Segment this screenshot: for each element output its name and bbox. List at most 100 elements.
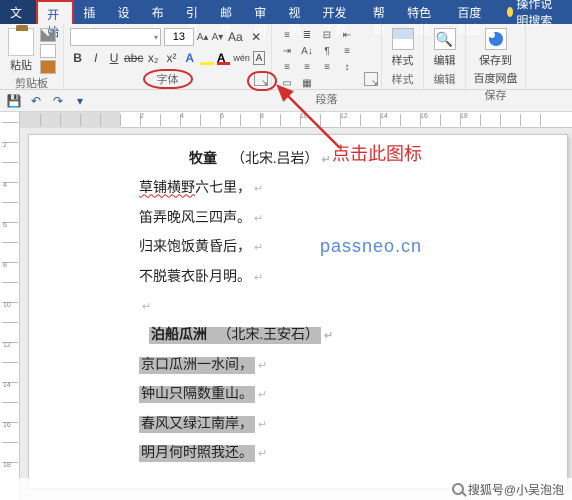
tab-8[interactable]: 开发工具	[314, 0, 364, 24]
tab-11[interactable]: 百度网盘	[448, 0, 498, 24]
save-baidu-button[interactable]: 保存到 百度网盘	[472, 28, 519, 86]
line-spacing-button[interactable]: ↕	[338, 60, 356, 74]
poem1-title: 牧童 （北宋.吕岩）↵	[189, 145, 567, 174]
poem2-line-4: 明月何时照我还。↵	[139, 439, 267, 468]
paragraph-dialog-launcher[interactable]	[364, 72, 378, 86]
subscript-button[interactable]: x₂	[146, 49, 161, 67]
clipboard-icon	[8, 28, 34, 56]
lightbulb-icon	[507, 7, 514, 17]
font-dialog-launcher[interactable]	[254, 72, 268, 86]
styles-label: 样式	[392, 52, 414, 68]
font-family-select[interactable]: ▾	[70, 28, 161, 46]
edit-group-label: 编辑	[430, 70, 459, 87]
poem2-title: 泊船瓜洲 （北宋.王安石）↵	[149, 321, 333, 350]
tab-9[interactable]: 帮助	[364, 0, 398, 24]
numbering-button[interactable]: ≣	[298, 28, 316, 42]
phonetic-button[interactable]: wén	[233, 49, 250, 67]
shading-button[interactable]: ▭	[278, 76, 296, 90]
qat-undo-button[interactable]: ↶	[28, 93, 44, 109]
horizontal-ruler[interactable]: 24681012141618	[20, 112, 572, 128]
poem2-line-3: 春风又绿江南岸，↵	[139, 410, 267, 439]
group-paragraph: ≡ ≣ ⊟ ⇤ ⇥ A↓ ¶ ≡ ≡ ≡ ≡ ↕ ▭ ▦ 段落	[272, 24, 382, 89]
bullets-button[interactable]: ≡	[278, 28, 296, 42]
highlight-button[interactable]	[200, 51, 214, 65]
edit-button[interactable]: 🔍 编辑	[430, 28, 459, 68]
show-marks-button[interactable]: ¶	[318, 44, 336, 58]
poem1-line-1: 草铺横野六七里，↵	[139, 174, 567, 203]
text-effects-button[interactable]: A	[182, 49, 197, 67]
superscript-button[interactable]: x²	[164, 49, 179, 67]
clipboard-group-label: 剪贴板	[6, 74, 57, 91]
sort-button[interactable]: A↓	[298, 44, 316, 58]
borders-button[interactable]: ▦	[298, 76, 316, 90]
font-group-label: 字体	[157, 71, 179, 87]
save-line2: 百度网盘	[474, 70, 518, 86]
grow-font-button[interactable]: A▴	[197, 30, 209, 44]
save-line1: 保存到	[479, 52, 512, 68]
styles-group-label: 样式	[388, 70, 417, 87]
edit-label: 编辑	[434, 52, 456, 68]
footer-credit: 搜狐号@小吴泡泡	[468, 481, 564, 498]
decrease-indent-button[interactable]: ⇤	[338, 28, 356, 42]
poem1-line-3: 归来饱饭黄昏后，↵	[139, 233, 567, 262]
qat-save-button[interactable]: 💾	[6, 93, 22, 109]
group-edit: 🔍 编辑 编辑	[424, 24, 466, 89]
baidu-disk-icon	[485, 28, 507, 50]
font-color-button[interactable]: A	[217, 51, 231, 65]
search-icon	[452, 483, 464, 495]
paste-label: 粘贴	[10, 57, 32, 73]
tab-3[interactable]: 布局	[143, 0, 177, 24]
clear-format-button[interactable]: ✕	[247, 28, 265, 46]
increase-indent-button[interactable]: ⇥	[278, 44, 296, 58]
find-icon: 🔍	[434, 28, 456, 50]
qat-redo-button[interactable]: ↷	[50, 93, 66, 109]
copy-button[interactable]	[40, 44, 56, 58]
poem2-line-2: 钟山只隔数重山。↵	[139, 380, 267, 409]
paste-button[interactable]: 粘贴	[6, 28, 36, 73]
tell-me-search[interactable]: 操作说明搜索	[499, 0, 572, 24]
tab-7[interactable]: 视图	[279, 0, 313, 24]
document-page[interactable]: 牧童 （北宋.吕岩）↵ 草铺横野六七里，↵ 笛弄晚风三四声。↵ 归来饱饭黄昏后，…	[28, 134, 568, 489]
group-clipboard: 粘贴 剪贴板	[0, 24, 64, 89]
save-group-label: 保存	[472, 86, 519, 103]
char-border-button[interactable]: A	[253, 51, 265, 65]
underline-button[interactable]: U	[106, 49, 121, 67]
blank-paragraph: ↵	[139, 292, 567, 321]
group-styles: 样式 样式	[382, 24, 424, 89]
selected-block: 泊船瓜洲 （北宋.王安石）↵ 京口瓜洲一水间，↵ 钟山只隔数重山。↵ 春风又绿江…	[139, 321, 567, 468]
cut-button[interactable]	[40, 28, 56, 42]
italic-button[interactable]: I	[88, 49, 103, 67]
group-font: ▾ 13 A▴ A▾ Aa ✕ B I U abc x₂ x² A A wén …	[64, 24, 272, 89]
strike-button[interactable]: abc	[125, 49, 143, 67]
font-size-select[interactable]: 13	[164, 28, 194, 46]
shrink-font-button[interactable]: A▾	[212, 30, 224, 44]
tab-2[interactable]: 设计	[109, 0, 143, 24]
poem2-line-1: 京口瓜洲一水间，↵	[139, 351, 267, 380]
menu-bar: 文件开始插入设计布局引用邮件审阅视图开发工具帮助特色功能百度网盘 操作说明搜索	[0, 0, 572, 24]
tab-1[interactable]: 插入	[74, 0, 108, 24]
align-left-button[interactable]: ≡	[338, 44, 356, 58]
bold-button[interactable]: B	[70, 49, 85, 67]
multilevel-button[interactable]: ⊟	[318, 28, 336, 42]
align-right-button[interactable]: ≡	[298, 60, 316, 74]
tab-0[interactable]: 开始	[36, 0, 74, 24]
vertical-ruler[interactable]: 24681012141618	[0, 112, 20, 500]
page-viewport[interactable]: 牧童 （北宋.吕岩）↵ 草铺横野六七里，↵ 笛弄晚风三四声。↵ 归来饱饭黄昏后，…	[20, 128, 572, 500]
format-painter-button[interactable]	[40, 60, 56, 74]
tab-6[interactable]: 审阅	[245, 0, 279, 24]
tab-10[interactable]: 特色功能	[398, 0, 448, 24]
ribbon: 粘贴 剪贴板 ▾ 13 A▴ A▾ Aa ✕ B I U a	[0, 24, 572, 90]
justify-button[interactable]: ≡	[318, 60, 336, 74]
poem1-line-4: 不脱蓑衣卧月明。↵	[139, 263, 567, 292]
paragraph-group-label: 段落	[278, 90, 375, 107]
qat-customize-button[interactable]: ▾	[72, 93, 88, 109]
group-save-baidu: 保存到 百度网盘 保存	[466, 24, 526, 89]
tab-5[interactable]: 邮件	[211, 0, 245, 24]
file-menu[interactable]: 文件	[0, 0, 36, 24]
styles-button[interactable]: 样式	[388, 28, 417, 68]
change-case-button[interactable]: Aa	[226, 28, 244, 46]
tab-4[interactable]: 引用	[177, 0, 211, 24]
align-center-button[interactable]: ≡	[278, 60, 296, 74]
document-area: 24681012141618 24681012141618 牧童 （北宋.吕岩）…	[0, 112, 572, 500]
poem1-line-2: 笛弄晚风三四声。↵	[139, 204, 567, 233]
